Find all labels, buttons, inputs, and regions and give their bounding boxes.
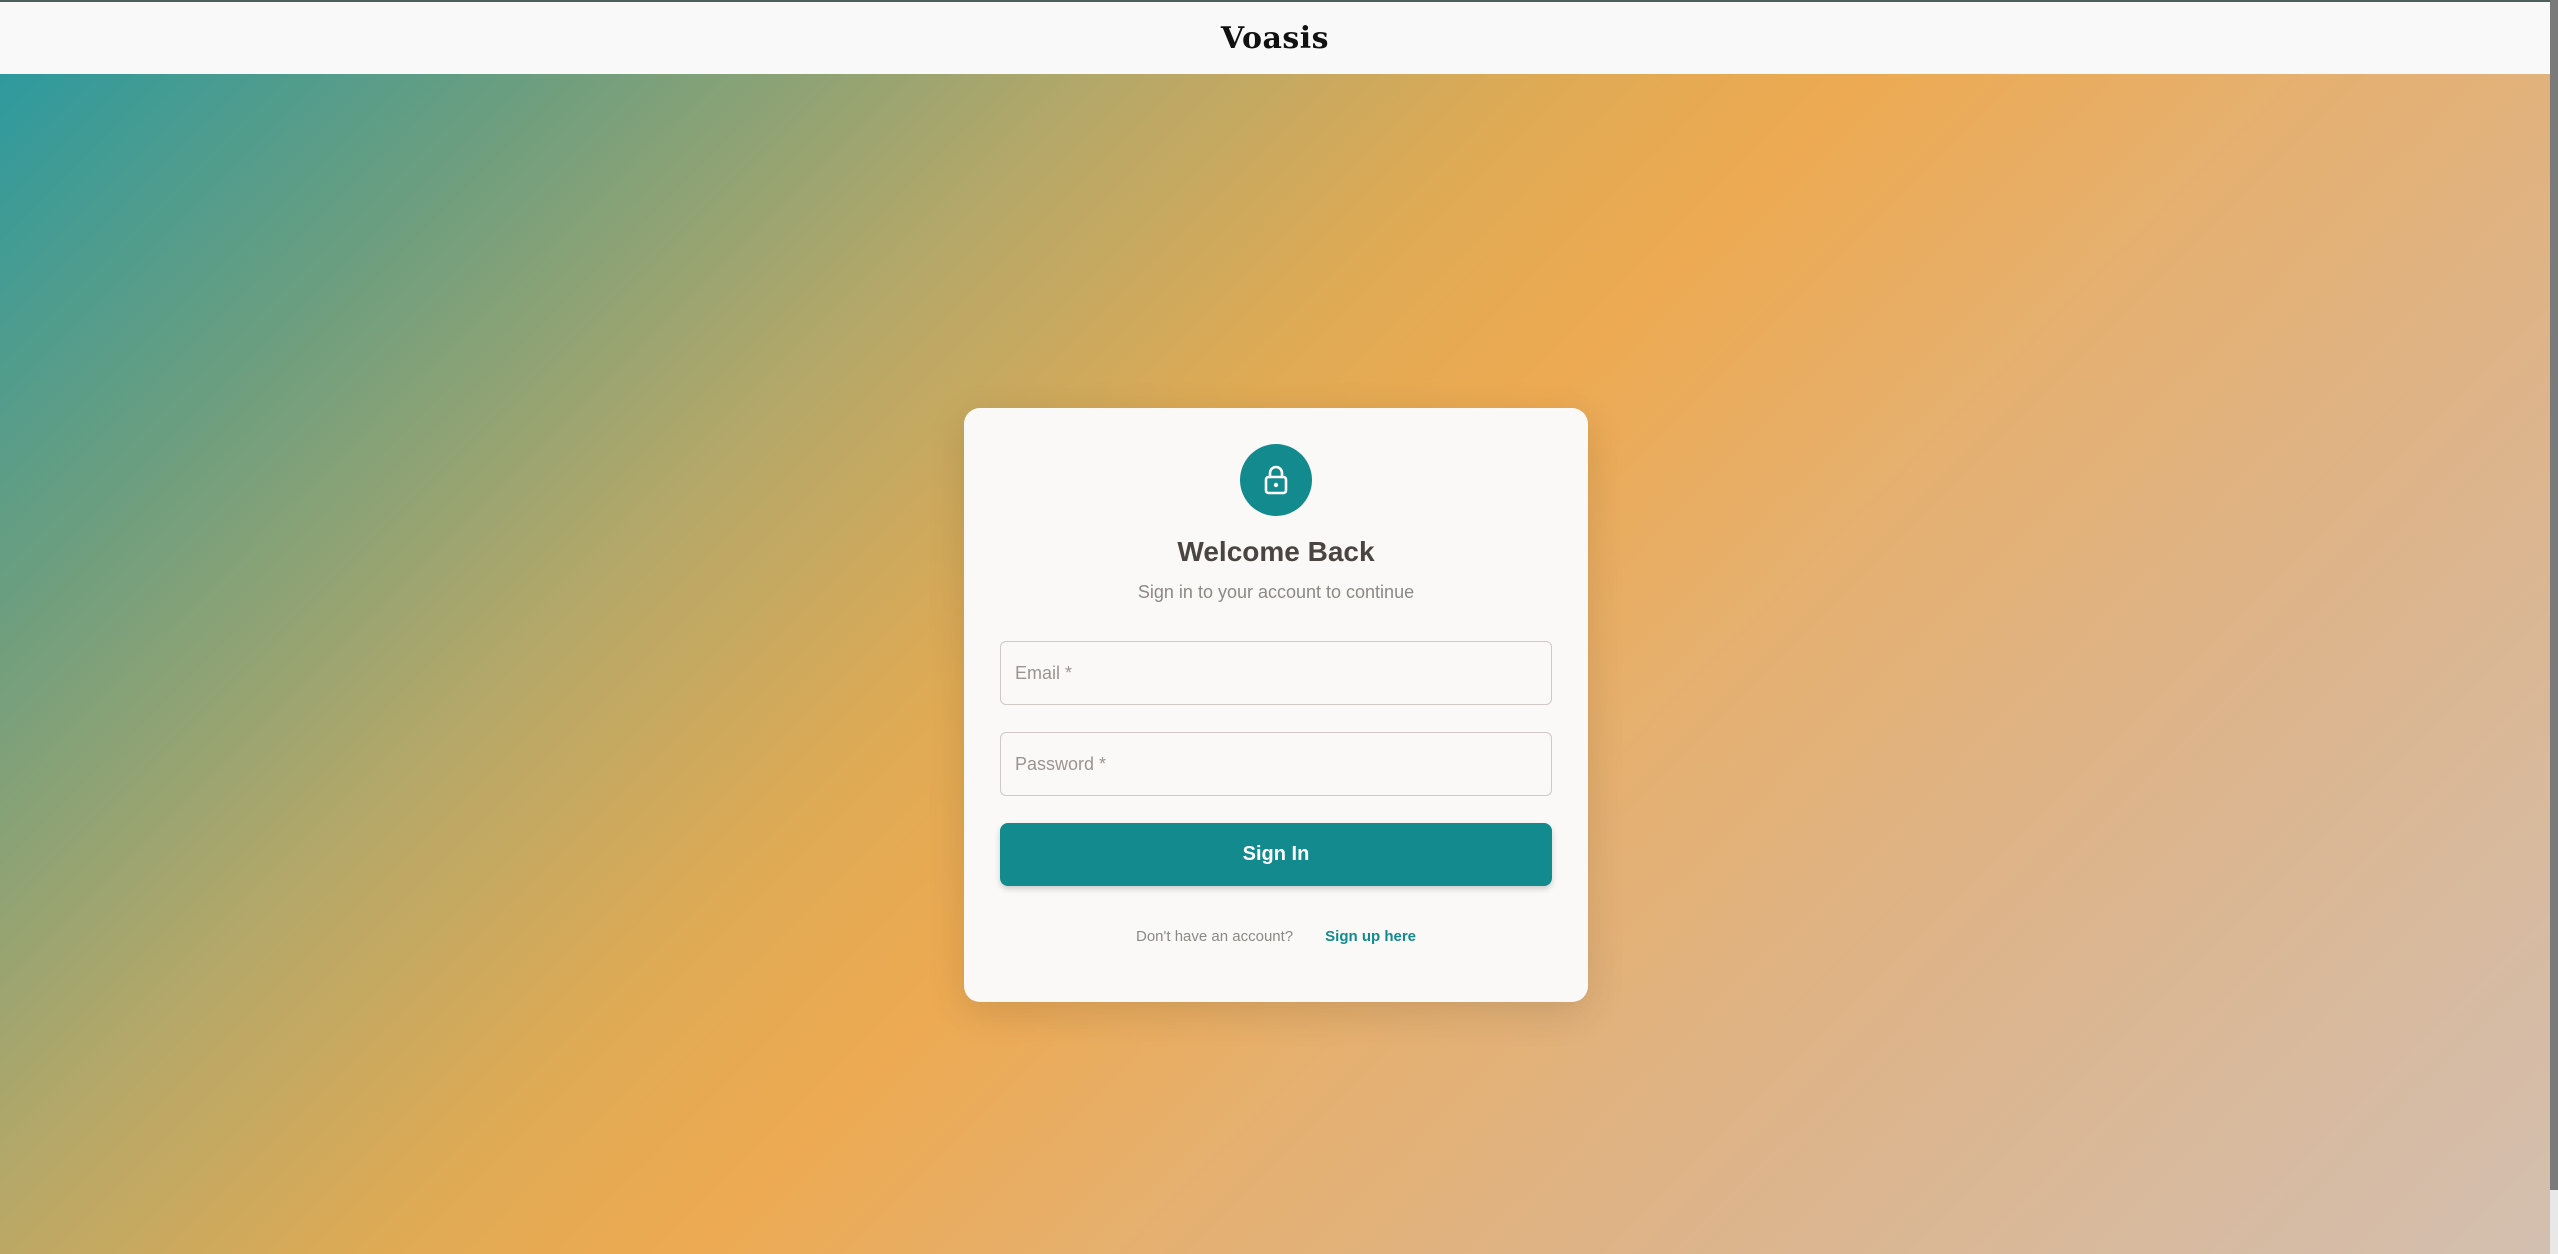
login-card: Welcome Back Sign in to your account to … xyxy=(964,408,1588,1002)
scrollbar-thumb[interactable] xyxy=(2550,0,2558,1190)
password-field[interactable] xyxy=(1000,732,1552,796)
signup-prompt: Don't have an account? Sign up here xyxy=(1000,928,1552,945)
top-navbar: Voasis xyxy=(0,2,2550,74)
lock-icon-svg xyxy=(1264,465,1288,495)
vertical-scrollbar[interactable] xyxy=(2550,0,2558,1254)
lock-icon xyxy=(1240,444,1312,516)
signup-prompt-text: Don't have an account? xyxy=(1136,928,1294,945)
page: Voasis Welcome Back Sign in to your acco… xyxy=(0,0,2550,1254)
brand-logo[interactable]: Voasis xyxy=(1221,21,1329,56)
sign-in-button[interactable]: Sign In xyxy=(1000,823,1552,886)
sign-up-link[interactable]: Sign up here xyxy=(1325,928,1416,945)
email-field[interactable] xyxy=(1000,641,1552,705)
login-subtitle: Sign in to your account to continue xyxy=(1137,582,1415,602)
login-title: Welcome Back xyxy=(1177,536,1375,567)
